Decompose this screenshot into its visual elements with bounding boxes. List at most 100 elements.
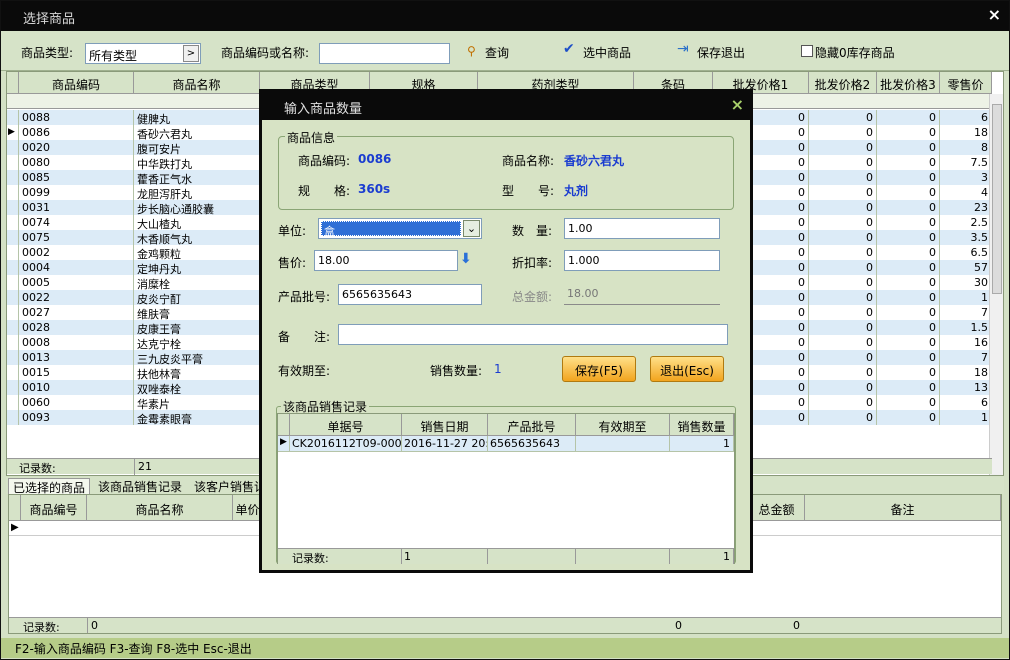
query-button[interactable]: 查询 <box>485 44 509 61</box>
col-header-total[interactable]: 总金额 <box>749 495 805 521</box>
type-combo[interactable]: 所有类型 > <box>85 43 201 64</box>
table-cell[interactable]: 0 <box>877 215 940 230</box>
table-cell[interactable]: 0 <box>877 290 940 305</box>
exit-door-icon[interactable]: ⇥ <box>677 41 689 57</box>
table-cell[interactable]: 0 <box>877 110 940 125</box>
history-expiry[interactable] <box>576 436 670 452</box>
table-cell[interactable]: 0028 <box>19 320 134 335</box>
table-cell[interactable]: 1 <box>940 410 992 425</box>
table-cell[interactable]: 0 <box>809 170 877 185</box>
save-button[interactable]: 保存(F5) <box>562 356 636 382</box>
vertical-scrollbar[interactable] <box>989 94 1003 475</box>
table-cell[interactable]: 0022 <box>19 290 134 305</box>
check-icon[interactable]: ✔ <box>563 41 575 57</box>
table-cell[interactable]: 6 <box>940 110 992 125</box>
table-cell[interactable]: 8 <box>940 140 992 155</box>
table-cell[interactable]: 大山楂丸 <box>134 215 260 230</box>
table-cell[interactable]: 57 <box>940 260 992 275</box>
table-cell[interactable]: 华素片 <box>134 395 260 410</box>
table-cell[interactable]: 0 <box>809 200 877 215</box>
search-input[interactable] <box>319 43 450 64</box>
table-cell[interactable]: 0 <box>809 185 877 200</box>
table-cell[interactable]: 金鸡颗粒 <box>134 245 260 260</box>
table-cell[interactable]: 0060 <box>19 395 134 410</box>
table-cell[interactable]: 健脾丸 <box>134 110 260 125</box>
table-cell[interactable]: 维肤膏 <box>134 305 260 320</box>
qty-input[interactable]: 1.00 <box>564 218 720 239</box>
history-date[interactable]: 2016-11-27 20: <box>402 436 488 452</box>
table-cell[interactable]: 0013 <box>19 350 134 365</box>
table-cell[interactable]: 0 <box>877 380 940 395</box>
table-cell[interactable]: 中华跌打丸 <box>134 155 260 170</box>
table-cell[interactable]: 30 <box>940 275 992 290</box>
table-cell[interactable]: 0015 <box>19 365 134 380</box>
table-cell[interactable]: 0 <box>877 335 940 350</box>
table-cell[interactable]: 0 <box>809 365 877 380</box>
col-header-price3[interactable]: 批发价格3 <box>877 72 940 94</box>
chevron-down-icon[interactable]: ⌄ <box>463 220 480 237</box>
table-cell[interactable]: 0 <box>877 125 940 140</box>
tab-product-sales[interactable]: 该商品销售记录 <box>94 478 186 494</box>
table-cell[interactable]: 扶他林膏 <box>134 365 260 380</box>
table-cell[interactable]: 金霉素眼膏 <box>134 410 260 425</box>
table-cell[interactable]: 2.5 <box>940 215 992 230</box>
table-cell[interactable]: 6.5 <box>940 245 992 260</box>
history-qty[interactable]: 1 <box>670 436 734 452</box>
col-header-remark[interactable]: 备注 <box>805 495 1001 521</box>
col-header-code[interactable]: 商品编码 <box>19 72 134 94</box>
table-cell[interactable]: 18 <box>940 125 992 140</box>
table-cell[interactable]: 0 <box>809 335 877 350</box>
table-cell[interactable]: 0 <box>809 230 877 245</box>
table-cell[interactable]: 0 <box>809 380 877 395</box>
table-cell[interactable]: 0086 <box>19 125 134 140</box>
tab-selected-products[interactable]: 已选择的商品 <box>8 478 91 495</box>
table-cell[interactable]: 0027 <box>19 305 134 320</box>
table-cell[interactable]: 16 <box>940 335 992 350</box>
table-cell[interactable]: 腹可安片 <box>134 140 260 155</box>
col-header-product-name[interactable]: 商品名称 <box>87 495 233 521</box>
batch-input[interactable]: 6565635643 <box>338 284 482 305</box>
price-input[interactable]: 18.00 <box>314 250 458 271</box>
table-cell[interactable]: 皮康王膏 <box>134 320 260 335</box>
table-cell[interactable]: 0020 <box>19 140 134 155</box>
table-cell[interactable]: 0 <box>809 410 877 425</box>
col-header-expiry[interactable]: 有效期至 <box>576 414 670 436</box>
unit-select[interactable]: 盒 ⌄ <box>318 218 482 239</box>
table-cell[interactable]: 0 <box>809 320 877 335</box>
arrow-down-icon[interactable]: ⬇ <box>460 251 472 267</box>
col-header-bill[interactable]: 单据号 <box>290 414 402 436</box>
table-cell[interactable]: 23 <box>940 200 992 215</box>
table-cell[interactable]: 0 <box>809 275 877 290</box>
table-cell[interactable]: 0 <box>809 215 877 230</box>
history-batch[interactable]: 6565635643 <box>488 436 576 452</box>
table-cell[interactable]: 0099 <box>19 185 134 200</box>
table-cell[interactable]: 0 <box>809 350 877 365</box>
col-header-price2[interactable]: 批发价格2 <box>809 72 877 94</box>
table-cell[interactable]: 消糜栓 <box>134 275 260 290</box>
table-cell[interactable]: 0 <box>877 275 940 290</box>
table-cell[interactable]: 达克宁栓 <box>134 335 260 350</box>
hide-zero-checkbox[interactable] <box>801 45 813 57</box>
table-cell[interactable]: 0 <box>809 245 877 260</box>
table-cell[interactable]: 0 <box>877 140 940 155</box>
col-header-date[interactable]: 销售日期 <box>402 414 488 436</box>
table-cell[interactable]: 0 <box>877 320 940 335</box>
table-cell[interactable]: 0093 <box>19 410 134 425</box>
table-cell[interactable]: 1 <box>940 290 992 305</box>
table-cell[interactable]: 0031 <box>19 200 134 215</box>
table-cell[interactable]: 0 <box>877 185 940 200</box>
table-cell[interactable]: 13 <box>940 380 992 395</box>
table-cell[interactable]: 三九皮炎平膏 <box>134 350 260 365</box>
table-cell[interactable]: 藿香正气水 <box>134 170 260 185</box>
select-button[interactable]: 选中商品 <box>583 44 631 61</box>
table-cell[interactable]: 0 <box>877 200 940 215</box>
table-cell[interactable]: 0074 <box>19 215 134 230</box>
exit-button[interactable]: 退出(Esc) <box>650 356 724 382</box>
discount-input[interactable]: 1.000 <box>564 250 720 271</box>
table-cell[interactable]: 0 <box>809 125 877 140</box>
table-cell[interactable]: 0 <box>877 350 940 365</box>
table-cell[interactable]: 0008 <box>19 335 134 350</box>
table-cell[interactable]: 7.5 <box>940 155 992 170</box>
table-cell[interactable]: 0080 <box>19 155 134 170</box>
table-cell[interactable]: 0 <box>809 395 877 410</box>
